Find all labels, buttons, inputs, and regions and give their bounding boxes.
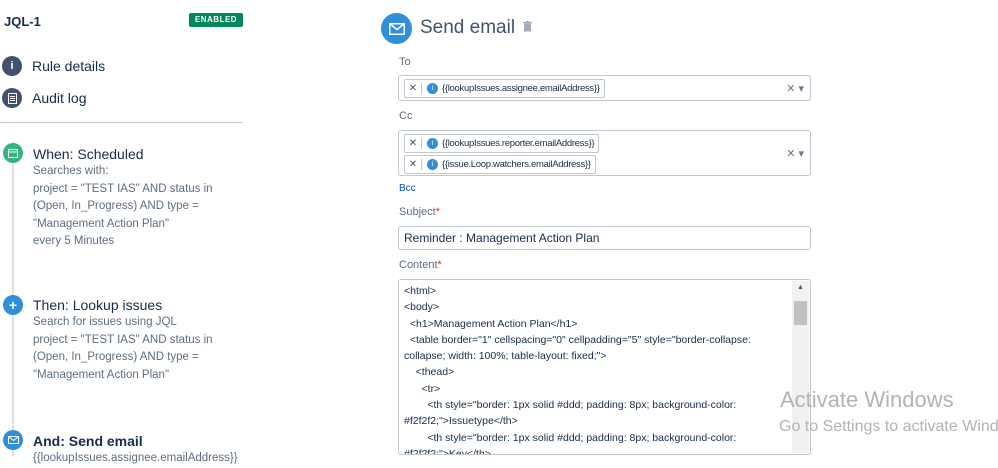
smart-value-icon: i: [427, 83, 438, 94]
nav-audit-log-label: Audit log: [32, 90, 87, 106]
scrollbar-thumb[interactable]: [794, 301, 807, 325]
to-chip-text: {{lookupIssues.assignee.emailAddress}}: [442, 83, 600, 94]
to-chip: ✕ i {{lookupIssues.assignee.emailAddress…: [404, 79, 605, 98]
remove-chip-icon[interactable]: ✕: [405, 159, 422, 170]
nav-audit-log[interactable]: Audit log: [0, 86, 86, 110]
step-email-title[interactable]: And: Send email: [33, 433, 143, 449]
document-icon: [2, 88, 22, 108]
step-trigger-desc: Searches with: project = "TEST IAS" AND …: [33, 165, 213, 247]
subject-label: Subject*: [399, 206, 440, 218]
cc-label: Cc: [399, 110, 413, 122]
clear-chevron-icon[interactable]: ✕ ▾: [786, 147, 804, 160]
clear-chevron-icon[interactable]: ✕ ▾: [786, 82, 804, 95]
cc-chip-text: {{lookupIssues.reporter.emailAddress}}: [442, 138, 595, 149]
calendar-icon: [3, 143, 23, 163]
divider: [0, 122, 243, 123]
step-lookup-desc: Search for issues using JQL project = "T…: [33, 316, 213, 381]
watermark-title: Activate Windows: [780, 387, 954, 412]
remove-chip-icon[interactable]: ✕: [405, 138, 422, 149]
subject-input[interactable]: [398, 226, 811, 250]
nav-rule-details-label: Rule details: [32, 58, 106, 74]
remove-chip-icon[interactable]: ✕: [405, 83, 422, 94]
nav-rule-details[interactable]: i Rule details: [0, 54, 105, 78]
step-email-desc: {{lookupIssues.assignee.emailAddress}}: [33, 452, 238, 464]
cc-chip: ✕ i {{lookupIssues.reporter.emailAddress…: [404, 134, 600, 153]
status-badge: ENABLED: [189, 13, 243, 27]
cc-field[interactable]: ✕ i {{lookupIssues.reporter.emailAddress…: [398, 130, 811, 176]
watermark-subtitle: Go to Settings to activate Windows.: [779, 418, 998, 435]
required-mark: *: [435, 206, 440, 218]
bcc-link[interactable]: Bcc: [399, 183, 416, 194]
action-title: Send email: [420, 17, 516, 38]
content-editor[interactable]: <html> <body> <h1>Management Action Plan…: [398, 279, 811, 455]
scroll-up-icon[interactable]: ▲: [792, 281, 809, 295]
mail-icon: [3, 430, 23, 450]
to-field[interactable]: ✕ i {{lookupIssues.assignee.emailAddress…: [398, 75, 811, 101]
required-mark: *: [437, 259, 442, 271]
plus-icon: +: [3, 295, 23, 315]
smart-value-icon: i: [427, 159, 438, 170]
to-label: To: [399, 56, 411, 68]
info-icon: i: [2, 56, 22, 76]
smart-value-icon: i: [427, 138, 438, 149]
content-text[interactable]: <html> <body> <h1>Management Action Plan…: [404, 283, 788, 454]
cc-chip: ✕ i {{issue.Loop.watchers.emailAddress}}: [404, 155, 596, 174]
step-trigger-title[interactable]: When: Scheduled: [33, 146, 144, 162]
content-label: Content*: [399, 259, 442, 271]
rule-name: JQL-1: [4, 14, 41, 29]
content-label-text: Content: [399, 259, 438, 271]
send-email-icon: [381, 13, 412, 44]
step-lookup-title[interactable]: Then: Lookup issues: [33, 297, 162, 313]
subject-label-text: Subject: [399, 206, 436, 218]
trash-icon[interactable]: [523, 21, 532, 35]
cc-chip-text: {{issue.Loop.watchers.emailAddress}}: [442, 159, 591, 170]
